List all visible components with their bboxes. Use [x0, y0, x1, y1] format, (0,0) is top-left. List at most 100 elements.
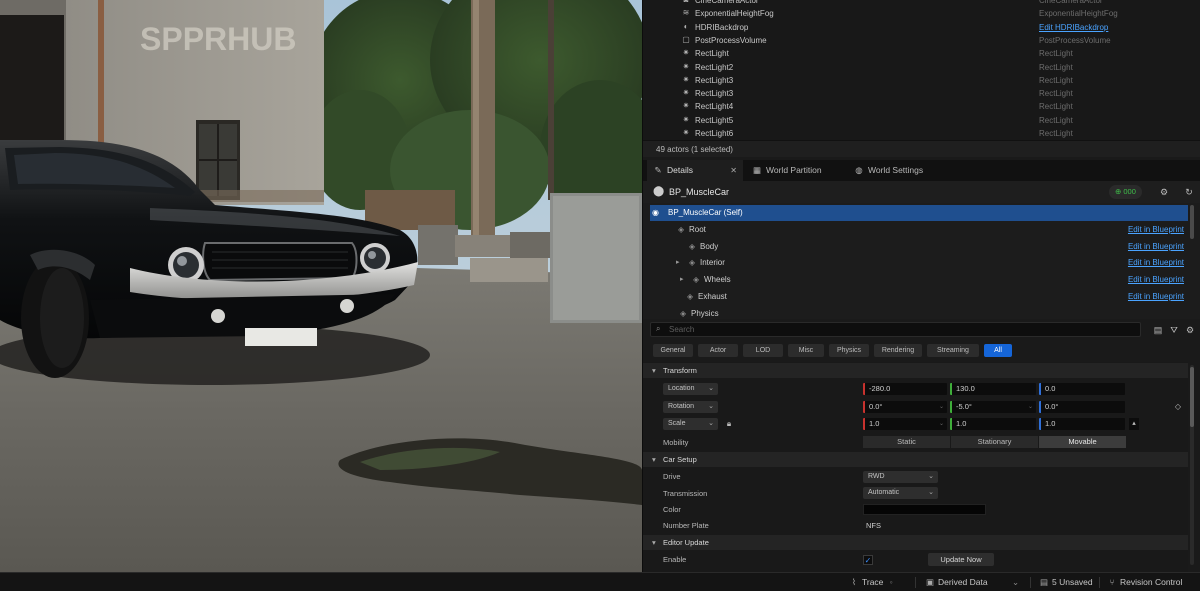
section-car-setup[interactable]: ▾ Car Setup: [643, 452, 1188, 467]
update-now-button[interactable]: Update Now: [928, 553, 994, 566]
chevron-down-icon: ⌄: [708, 403, 714, 410]
expand-arrow-icon[interactable]: ▸: [676, 255, 680, 271]
x-axis-marker: [863, 383, 865, 395]
derived-data-button[interactable]: ▣ Derived Data ⌄: [924, 573, 1019, 591]
drive-dropdown[interactable]: RWD ⌄: [863, 471, 938, 483]
mobility-movable-option[interactable]: Movable: [1039, 436, 1126, 448]
section-editor-update[interactable]: ▾ Editor Update: [643, 535, 1188, 550]
component-row[interactable]: ◉ BP_MuscleCar (Self): [650, 205, 1188, 221]
outliner-item-type: RectLight: [1039, 75, 1073, 85]
edit-in-blueprint-link[interactable]: Edit in Blueprint: [1128, 289, 1184, 305]
scale-arrow-icon[interactable]: ▴: [1129, 418, 1139, 430]
component-row[interactable]: ◈ Exhaust Edit in Blueprint: [650, 289, 1188, 305]
outliner-row[interactable]: ◙ CineCameraActor CineCameraActor: [643, 0, 1188, 7]
rotation-mode-dropdown[interactable]: Rotation ⌄: [663, 401, 718, 413]
filter-icon[interactable]: ⛛: [1168, 324, 1180, 336]
outliner-row[interactable]: ✷ RectLight3 RectLight: [643, 87, 1188, 100]
grid-icon: ▦: [752, 165, 762, 175]
rotation-label: Rotation: [668, 403, 695, 410]
location-mode-dropdown[interactable]: Location ⌄: [663, 383, 718, 395]
filter-misc[interactable]: Misc: [788, 344, 824, 357]
number-plate-label: Number Plate: [663, 521, 709, 530]
light-icon: ✷: [682, 128, 690, 137]
level-viewport[interactable]: SPPRHUB: [0, 0, 642, 572]
component-icon: ◈: [693, 275, 700, 285]
rotation-y-field[interactable]: -5.0° ⌄: [950, 401, 1036, 413]
rotation-z-field[interactable]: 0.0°: [1039, 401, 1125, 413]
filter-streaming[interactable]: Streaming: [927, 344, 979, 357]
section-transform[interactable]: ▾ Transform: [643, 363, 1188, 378]
filter-physics[interactable]: Physics: [829, 344, 869, 357]
scale-mode-dropdown[interactable]: Scale ⌄: [663, 418, 718, 430]
location-z-field[interactable]: 0.0: [1039, 383, 1125, 395]
component-row[interactable]: ◈ Root Edit in Blueprint: [650, 222, 1188, 238]
lock-scale-icon[interactable]: 🔒︎: [723, 418, 735, 430]
component-row[interactable]: ▸ ◈ Interior Edit in Blueprint: [650, 255, 1188, 271]
add-component-button[interactable]: ⊕ 000: [1109, 185, 1142, 199]
outliner-row[interactable]: ≋ ExponentialHeightFog ExponentialHeightFo…: [643, 7, 1188, 20]
outliner-item-type-link[interactable]: Edit HDRIBackdrop: [1039, 21, 1108, 34]
mobility-stationary-option[interactable]: Stationary: [951, 436, 1038, 448]
blueprint-options-icon[interactable]: ⚙: [1157, 186, 1171, 198]
mobility-static-option[interactable]: Static: [863, 436, 950, 448]
component-label: BP_MuscleCar (Self): [668, 208, 743, 217]
edit-in-blueprint-link[interactable]: Edit in Blueprint: [1128, 239, 1184, 255]
outliner-row[interactable]: ▢ PostProcessVolume PostProcessVolume: [643, 34, 1188, 47]
refresh-icon[interactable]: ↻: [1183, 186, 1195, 198]
outliner-item-type: RectLight: [1039, 49, 1073, 59]
expand-arrow-icon[interactable]: ▸: [680, 272, 684, 288]
scale-z-field[interactable]: 1.0: [1039, 418, 1125, 430]
edit-in-blueprint-link[interactable]: Edit in Blueprint: [1128, 222, 1184, 238]
tab-world-settings[interactable]: ◍ World Settings: [853, 160, 953, 181]
globe-icon: ◍: [855, 165, 863, 175]
component-label: Interior: [700, 258, 725, 268]
tab-details[interactable]: ✎ Details ✕: [647, 160, 743, 181]
location-y-field[interactable]: 130.0: [950, 383, 1036, 395]
filter-all[interactable]: All: [984, 344, 1012, 357]
actor-count-status: 49 actors (1 selected): [643, 140, 1200, 157]
details-search-box[interactable]: ⌕: [650, 322, 1141, 337]
details-scrollbar[interactable]: [1190, 365, 1194, 565]
component-row[interactable]: ◈ Body Edit in Blueprint: [650, 239, 1188, 255]
x-axis-marker: [863, 401, 865, 413]
component-scrollbar[interactable]: [1190, 205, 1194, 239]
outliner-row[interactable]: ✷ RectLight6 RectLight: [643, 127, 1188, 140]
outliner-row[interactable]: ✷ RectLight2 RectLight: [643, 61, 1188, 74]
rotation-x-field[interactable]: 0.0° ⌄: [863, 401, 947, 413]
filter-general[interactable]: General: [653, 344, 693, 357]
reset-to-default-icon[interactable]: ◇: [1173, 401, 1183, 413]
scale-x-field[interactable]: 1.0 ⌄: [863, 418, 947, 430]
transmission-dropdown[interactable]: Automatic ⌄: [863, 487, 938, 499]
revision-control-button[interactable]: ⑂ Revision Control: [1106, 573, 1182, 591]
scroll-thumb[interactable]: [1190, 367, 1194, 427]
search-input[interactable]: [669, 324, 1129, 335]
outliner-row[interactable]: ✷ RectLight4 RectLight: [643, 100, 1188, 113]
outliner-row[interactable]: ◐ HDRIBackdrop Edit HDRIBackdrop: [643, 21, 1188, 34]
outliner-row[interactable]: ✷ RectLight5 RectLight: [643, 114, 1188, 127]
color-swatch[interactable]: [863, 504, 986, 515]
edit-in-blueprint-link[interactable]: Edit in Blueprint: [1128, 255, 1184, 271]
outliner-row[interactable]: ✷ RectLight RectLight: [643, 47, 1188, 60]
outliner-row[interactable]: ✷ RectLight3 RectLight: [643, 74, 1188, 87]
filter-actor[interactable]: Actor: [698, 344, 738, 357]
enable-checkbox[interactable]: ✓: [863, 555, 873, 565]
world-outliner: ◙ CineCameraActor CineCameraActor ≋ Exponent…: [643, 0, 1200, 140]
unsaved-button[interactable]: ▤ 5 Unsaved: [1038, 573, 1093, 591]
property-matrix-icon[interactable]: ▤: [1152, 324, 1164, 336]
scale-y-field[interactable]: 1.0: [950, 418, 1036, 430]
number-plate-value[interactable]: NFS: [866, 518, 881, 533]
filter-lod[interactable]: LOD: [743, 344, 783, 357]
filter-rendering[interactable]: Rendering: [874, 344, 922, 357]
close-tab-icon[interactable]: ✕: [730, 160, 737, 181]
edit-in-blueprint-link[interactable]: Edit in Blueprint: [1128, 272, 1184, 288]
outliner-item-label: HDRIBackdrop: [695, 22, 749, 32]
component-row[interactable]: ▸ ◈ Wheels Edit in Blueprint: [650, 272, 1188, 288]
category-filters: General Actor LOD Misc Physics Rendering Strea…: [643, 341, 1200, 361]
settings-icon[interactable]: ⚙: [1184, 324, 1196, 336]
location-x-field[interactable]: -280.0: [863, 383, 947, 395]
trace-button[interactable]: ⌇ Trace ◦: [848, 573, 893, 591]
outliner-item-type: RectLight: [1039, 115, 1073, 125]
component-label: Wheels: [704, 275, 731, 285]
tab-world-partition[interactable]: ▦ World Partition: [751, 160, 847, 181]
outliner-item-label: RectLight3: [695, 75, 734, 85]
